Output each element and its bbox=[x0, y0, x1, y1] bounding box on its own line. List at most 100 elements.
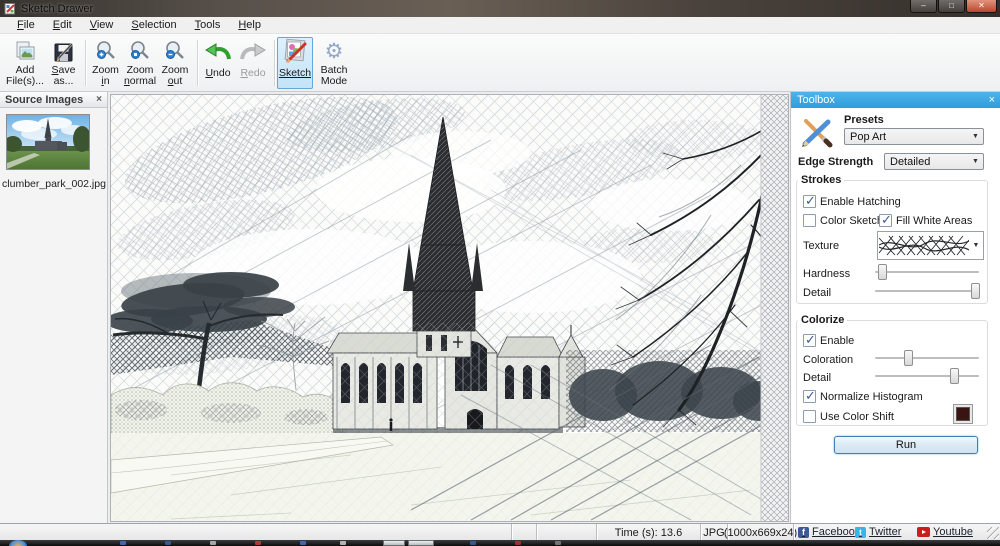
texture-swatch bbox=[879, 233, 969, 258]
source-images-title: Source Images bbox=[5, 94, 83, 106]
batch-mode-icon: ⚙ bbox=[325, 38, 344, 64]
taskbar-icon bbox=[300, 541, 306, 545]
toolbox-close-icon[interactable]: × bbox=[989, 94, 995, 106]
coloration-slider[interactable] bbox=[875, 349, 979, 367]
colorize-detail-slider-thumb[interactable] bbox=[950, 368, 959, 384]
toolbox-panel: Toolbox × Presets Pop Art ▼ Edge Strengt… bbox=[790, 92, 1000, 523]
source-images-panel: Source Images × bbox=[0, 92, 108, 523]
sketch-icon bbox=[282, 38, 308, 64]
facebook-link[interactable]: f Facebook bbox=[798, 526, 860, 538]
zoom-out-button[interactable]: Zoomout bbox=[158, 37, 192, 89]
texture-dropdown[interactable]: ▼ bbox=[877, 231, 984, 260]
menu-edit[interactable]: Edit bbox=[44, 17, 81, 34]
strokes-detail-slider-thumb[interactable] bbox=[971, 283, 980, 299]
zoom-in-icon bbox=[95, 38, 117, 64]
save-as-button[interactable]: Saveas... bbox=[45, 37, 82, 89]
save-icon bbox=[52, 38, 76, 64]
status-cell bbox=[511, 524, 536, 541]
sketch-drawer-window: Sketch Drawer – □ ✕ File Edit View Selec… bbox=[0, 0, 1000, 546]
taskbar-item[interactable] bbox=[383, 540, 405, 546]
strokes-detail-label: Detail bbox=[803, 287, 831, 299]
enable-hatching-label: Enable Hatching bbox=[820, 196, 901, 208]
app-icon bbox=[4, 2, 17, 15]
resize-grip[interactable] bbox=[987, 527, 999, 539]
source-image-filename: clumber_park_002.jpg bbox=[0, 178, 108, 190]
normalize-histogram-label: Normalize Histogram bbox=[820, 391, 923, 403]
chevron-down-icon: ▼ bbox=[968, 158, 983, 165]
status-bar: Time (s): 13.6 JPG (1000x669x24) f Faceb… bbox=[0, 523, 1000, 540]
zoom-in-button[interactable]: Zoomin bbox=[89, 37, 122, 89]
status-time: Time (s): 13.6 bbox=[596, 524, 700, 541]
zoom-out-icon bbox=[164, 38, 186, 64]
normalize-histogram-checkbox[interactable] bbox=[803, 390, 816, 403]
menu-selection[interactable]: Selection bbox=[122, 17, 185, 34]
colorize-enable-checkbox[interactable] bbox=[803, 334, 816, 347]
menu-view[interactable]: View bbox=[81, 17, 123, 34]
edge-strength-dropdown[interactable]: Detailed ▼ bbox=[884, 153, 984, 170]
source-panel-close-icon[interactable]: × bbox=[96, 94, 102, 105]
taskbar-sliver bbox=[0, 540, 1000, 546]
thumbnail-photo bbox=[7, 115, 89, 169]
hardness-slider-thumb[interactable] bbox=[878, 264, 887, 280]
close-button[interactable]: ✕ bbox=[966, 0, 997, 13]
title-bar: Sketch Drawer – □ ✕ bbox=[0, 0, 1000, 17]
maximize-button[interactable]: □ bbox=[938, 0, 965, 13]
presets-dropdown[interactable]: Pop Art ▼ bbox=[844, 128, 984, 145]
texture-label: Texture bbox=[803, 240, 839, 252]
taskbar-icon bbox=[255, 541, 261, 545]
strokes-group-label: Strokes bbox=[798, 174, 844, 186]
twitter-icon: t bbox=[855, 527, 866, 538]
add-files-icon bbox=[13, 38, 37, 64]
twitter-link[interactable]: t Twitter bbox=[855, 526, 901, 538]
minimize-button[interactable]: – bbox=[910, 0, 937, 13]
coloration-label: Coloration bbox=[803, 354, 853, 366]
presets-label: Presets bbox=[844, 114, 884, 126]
colorize-detail-label: Detail bbox=[803, 372, 831, 384]
batch-mode-button[interactable]: ⚙ BatchMode bbox=[315, 37, 353, 89]
colorize-enable-label: Enable bbox=[820, 335, 854, 347]
start-button[interactable] bbox=[9, 540, 27, 546]
colorize-group-label: Colorize bbox=[798, 314, 847, 326]
taskbar-icon bbox=[210, 541, 216, 545]
toolbar: AddFile(s)... Saveas... bbox=[0, 34, 1000, 92]
add-files-button[interactable]: AddFile(s)... bbox=[5, 37, 45, 89]
run-button[interactable]: Run bbox=[834, 436, 978, 454]
taskbar-icon bbox=[555, 541, 561, 545]
window-title: Sketch Drawer bbox=[21, 3, 93, 15]
source-image-thumbnail[interactable] bbox=[6, 114, 90, 170]
menu-bar: File Edit View Selection Tools Help bbox=[0, 17, 1000, 34]
color-sketch-checkbox[interactable] bbox=[803, 214, 816, 227]
youtube-link[interactable]: Youtube bbox=[917, 526, 973, 538]
coloration-slider-thumb[interactable] bbox=[904, 350, 913, 366]
redo-button[interactable]: Redo bbox=[236, 37, 270, 89]
menu-tools[interactable]: Tools bbox=[186, 17, 230, 34]
colorize-detail-slider[interactable] bbox=[875, 367, 979, 385]
use-color-shift-checkbox[interactable] bbox=[803, 410, 816, 423]
zoom-normal-icon bbox=[129, 38, 151, 64]
taskbar-item[interactable] bbox=[408, 540, 434, 546]
menu-file[interactable]: File bbox=[8, 17, 44, 34]
taskbar-icon bbox=[165, 541, 171, 545]
color-shift-swatch[interactable] bbox=[953, 404, 973, 424]
fill-white-areas-label: Fill White Areas bbox=[896, 215, 972, 227]
status-cell bbox=[536, 524, 596, 541]
taskbar-icon bbox=[120, 541, 126, 545]
hardness-slider[interactable] bbox=[875, 263, 979, 281]
canvas-area bbox=[108, 92, 790, 523]
sketch-image bbox=[111, 95, 788, 521]
sketch-button[interactable]: Sketch bbox=[277, 37, 313, 89]
youtube-icon bbox=[917, 527, 930, 537]
canvas-viewport bbox=[110, 94, 789, 522]
undo-button[interactable]: Undo bbox=[200, 37, 236, 89]
color-sketch-label: Color Sketch bbox=[820, 215, 883, 227]
fill-white-areas-checkbox[interactable] bbox=[879, 214, 892, 227]
taskbar-icon bbox=[515, 541, 521, 545]
toolbar-separator bbox=[197, 40, 199, 86]
strokes-detail-slider[interactable] bbox=[875, 282, 979, 300]
zoom-normal-button[interactable]: Zoomnormal bbox=[122, 37, 158, 89]
use-color-shift-label: Use Color Shift bbox=[820, 411, 894, 423]
undo-icon bbox=[204, 38, 232, 64]
menu-help[interactable]: Help bbox=[229, 17, 270, 34]
enable-hatching-checkbox[interactable] bbox=[803, 195, 816, 208]
toolbar-separator bbox=[274, 40, 276, 86]
